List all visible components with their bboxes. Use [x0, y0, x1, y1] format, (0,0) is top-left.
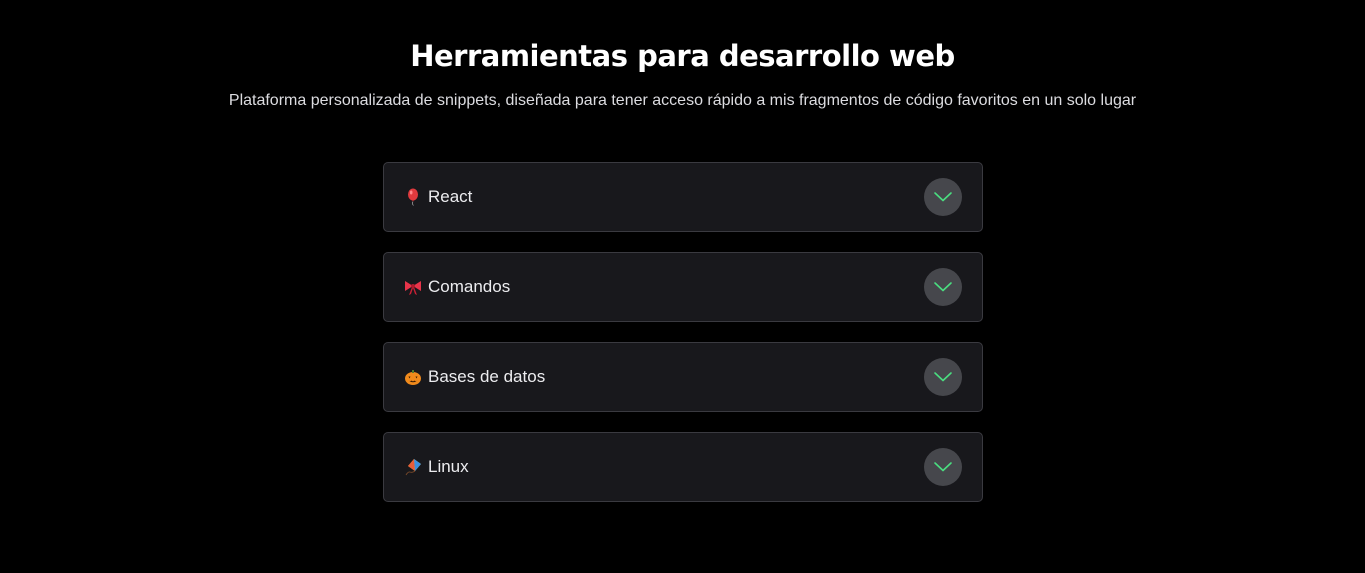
page-subtitle: Plataforma personalizada de snippets, di… [228, 92, 1137, 109]
expand-button[interactable] [924, 358, 962, 396]
accordion-item-header: Linux [404, 457, 469, 477]
accordion-item-label: React [428, 187, 473, 206]
snippet-accordion: React Comandos Bases de datos Linux [383, 162, 983, 522]
ribbon-bow-icon [405, 281, 421, 295]
chevron-down-icon [934, 372, 952, 382]
balloon-icon [408, 188, 418, 206]
expand-button[interactable] [924, 448, 962, 486]
page-title: Herramientas para desarrollo web [410, 39, 955, 73]
accordion-item-react[interactable]: React [383, 162, 983, 232]
kite-icon [405, 459, 421, 476]
accordion-item-comandos[interactable]: Comandos [383, 252, 983, 322]
accordion-item-header: Comandos [404, 277, 510, 297]
page: Herramientas para desarrollo web Platafo… [0, 0, 1365, 573]
accordion-item-bases-de-datos[interactable]: Bases de datos [383, 342, 983, 412]
accordion-item-label: Bases de datos [428, 367, 546, 386]
accordion-item-linux[interactable]: Linux [383, 432, 983, 502]
chevron-down-icon [934, 192, 952, 202]
accordion-item-header: Bases de datos [404, 367, 545, 387]
accordion-item-label: Comandos [428, 277, 511, 296]
expand-button[interactable] [924, 268, 962, 306]
chevron-down-icon [934, 282, 952, 292]
jack-o-lantern-icon [405, 370, 421, 385]
expand-button[interactable] [924, 178, 962, 216]
accordion-item-label: Linux [428, 457, 469, 476]
chevron-down-icon [934, 462, 952, 472]
accordion-item-header: React [404, 187, 472, 207]
